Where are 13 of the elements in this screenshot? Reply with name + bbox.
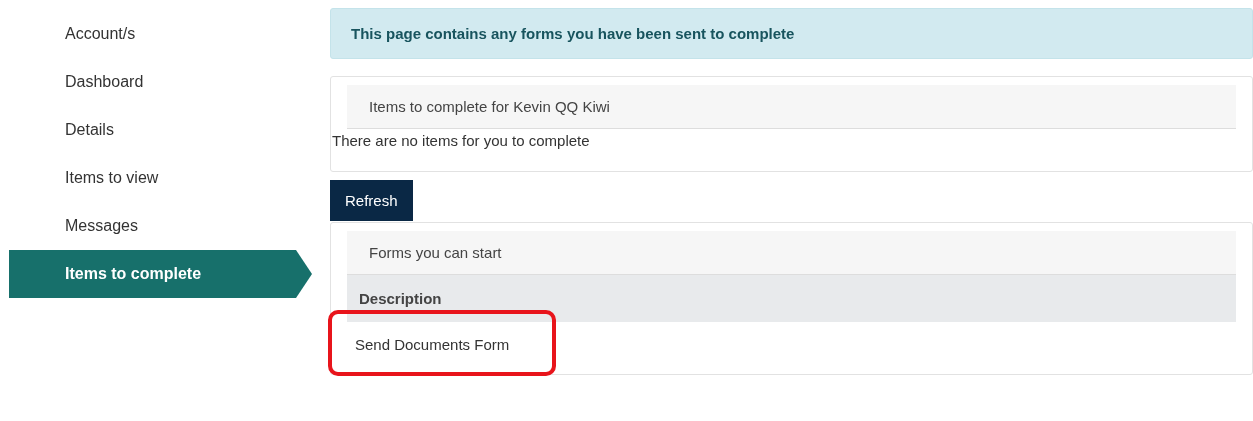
sidebar-item[interactable]: Dashboard [9, 58, 330, 106]
sidebar-item[interactable]: Account/s [9, 10, 330, 58]
panel-heading: Items to complete for Kevin QQ Kiwi [347, 85, 1236, 129]
table-cell[interactable]: Send Documents Form [355, 336, 510, 353]
refresh-button[interactable]: Refresh [330, 180, 413, 221]
sidebar-item[interactable]: Messages [9, 202, 330, 250]
column-header: Description [347, 275, 1236, 322]
sidebar-item[interactable]: Details [9, 106, 330, 154]
info-notice: This page contains any forms you have been sent to complete [330, 8, 1253, 59]
sidebar-item[interactable]: Items to view [9, 154, 330, 202]
empty-message: There are no items for you to complete [332, 131, 591, 151]
panel-heading: Forms you can start [347, 231, 1236, 275]
sidebar-item[interactable]: Items to complete [9, 250, 312, 298]
